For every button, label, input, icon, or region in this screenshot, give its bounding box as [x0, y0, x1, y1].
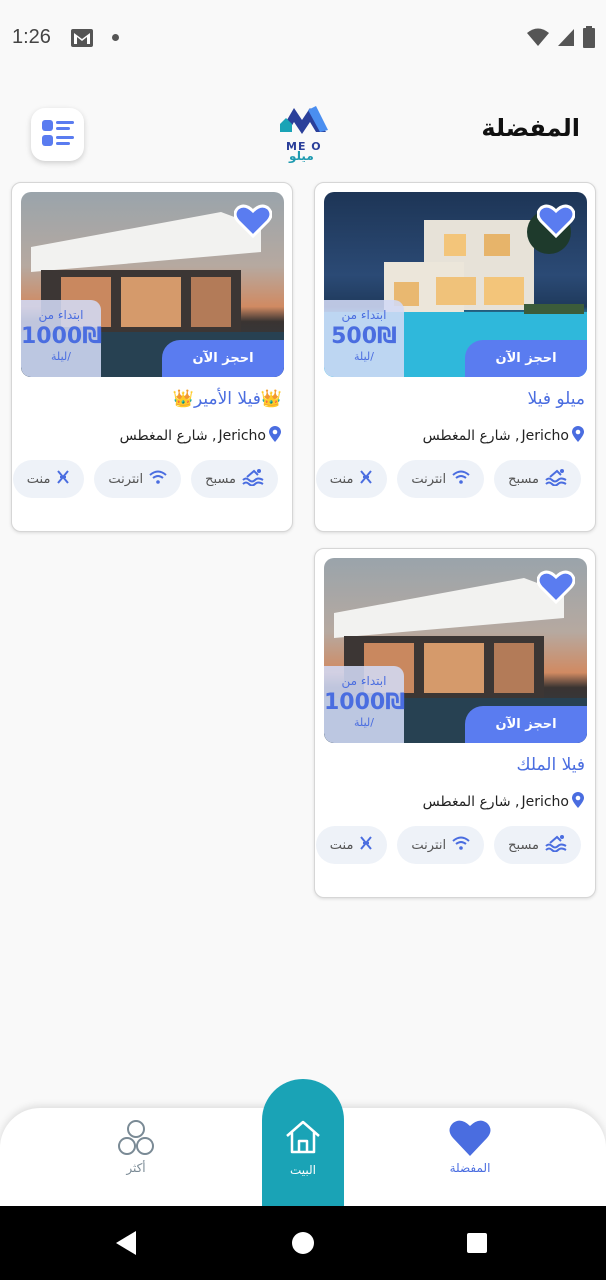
nav-home[interactable]: البيت: [262, 1079, 344, 1206]
amenity-label: انترنت: [108, 471, 144, 487]
price-from-label: ابتداء من: [38, 308, 84, 322]
favorite-heart-icon[interactable]: [233, 204, 273, 239]
location-street: , شارع المغطس: [422, 794, 520, 810]
location-street: , شارع المغطس: [422, 428, 520, 444]
battery-icon: [582, 26, 596, 53]
villa-location: Jericho, شارع المغطس: [423, 791, 585, 813]
menu-button[interactable]: [31, 108, 84, 161]
price-amount: 1000₪: [21, 324, 103, 349]
pool-icon: [545, 468, 567, 490]
price-unit: /ليلة: [354, 716, 374, 729]
book-now-button[interactable]: احجز الآن: [162, 340, 284, 377]
amenity-label: منت: [329, 837, 354, 853]
back-icon[interactable]: [114, 1230, 138, 1260]
amenity-label: مسبح: [508, 471, 539, 487]
circles-icon: [116, 1120, 156, 1161]
page-title: المفضلة: [481, 114, 580, 142]
villa-card[interactable]: ابتداء من 1000₪ /ليلة احجز الآن فيلا الم…: [314, 548, 596, 898]
villa-title[interactable]: فيلا الملك: [517, 755, 586, 775]
location-pin-icon: [571, 425, 585, 447]
villa-card[interactable]: ابتداء من 500₪ /ليلة احجز الآن ميلو فيلا…: [314, 182, 596, 532]
price-amount: 1000₪: [324, 690, 406, 715]
amenity-other: منت: [316, 460, 388, 498]
amenity-pool: مسبح: [191, 460, 278, 498]
status-time: 1:26: [12, 26, 51, 48]
villa-image: ابتداء من 1000₪ /ليلة احجز الآن: [21, 192, 284, 377]
pool-icon: [242, 468, 264, 490]
price-from-label: ابتداء من: [341, 674, 387, 688]
book-now-button[interactable]: احجز الآن: [465, 706, 587, 743]
location-city: Jericho: [521, 428, 569, 444]
price-from-label: ابتداء من: [341, 308, 387, 322]
wifi-icon: [452, 470, 470, 488]
list-menu-icon: [41, 119, 75, 151]
amenity-internet: انترنت: [397, 460, 485, 498]
location-pin-icon: [268, 425, 282, 447]
amenity-label: مسبح: [205, 471, 236, 487]
nav-favorites-label: المفضلة: [449, 1161, 491, 1175]
pool-icon: [545, 834, 567, 856]
favorite-heart-icon[interactable]: [536, 570, 576, 605]
location-city: Jericho: [521, 794, 569, 810]
wifi-icon: [526, 27, 550, 52]
status-bar: 1:26: [0, 0, 606, 76]
amenity-internet: انترنت: [94, 460, 182, 498]
amenity-label: انترنت: [411, 837, 447, 853]
amenity-misc-icon: [359, 835, 373, 855]
header: ME O ميلو المفضلة: [0, 96, 606, 176]
system-nav-bar: [0, 1206, 606, 1280]
amenity-other: منت: [316, 826, 388, 864]
heart-icon: [448, 1120, 492, 1161]
favorite-heart-icon[interactable]: [536, 204, 576, 239]
amenity-misc-icon: [56, 469, 70, 489]
villa-location: Jericho, شارع المغطس: [120, 425, 282, 447]
location-city: Jericho: [218, 428, 266, 444]
villa-title[interactable]: 👑فيلا الأمير👑: [173, 389, 282, 409]
book-now-button[interactable]: احجز الآن: [465, 340, 587, 377]
amenity-label: مسبح: [508, 837, 539, 853]
price-badge: ابتداء من 500₪ /ليلة: [324, 300, 404, 377]
wifi-icon: [452, 836, 470, 854]
price-badge: ابتداء من 1000₪ /ليلة: [21, 300, 103, 377]
notification-dot-icon: [112, 34, 119, 41]
location-pin-icon: [571, 791, 585, 813]
nav-home-label: البيت: [289, 1163, 316, 1177]
amenities-list: مسبح انترنت منت: [316, 460, 581, 500]
amenity-pool: مسبح: [494, 826, 581, 864]
amenity-other: منت: [13, 460, 85, 498]
gmail-icon: [70, 28, 94, 53]
amenity-misc-icon: [359, 469, 373, 489]
price-unit: /ليلة: [354, 350, 374, 363]
home-icon: [262, 1119, 344, 1159]
amenity-label: منت: [329, 471, 354, 487]
amenity-internet: انترنت: [397, 826, 485, 864]
location-street: , شارع المغطس: [119, 428, 217, 444]
villa-card[interactable]: ابتداء من 1000₪ /ليلة احجز الآن 👑فيلا ال…: [11, 182, 293, 532]
villa-image: ابتداء من 500₪ /ليلة احجز الآن: [324, 192, 587, 377]
villa-title[interactable]: ميلو فيلا: [528, 389, 585, 409]
price-unit: /ليلة: [51, 350, 71, 363]
amenity-label: انترنت: [411, 471, 447, 487]
signal-icon: [556, 27, 576, 52]
logo-text-ar: ميلو: [289, 149, 314, 163]
nav-more[interactable]: أكثر: [91, 1118, 181, 1175]
price-badge: ابتداء من 1000₪ /ليلة: [324, 666, 406, 743]
amenity-label: منت: [26, 471, 51, 487]
villa-location: Jericho, شارع المغطس: [423, 425, 585, 447]
nav-favorites[interactable]: المفضلة: [425, 1118, 515, 1175]
recents-square-icon[interactable]: [466, 1232, 488, 1258]
nav-more-label: أكثر: [126, 1161, 146, 1175]
home-circle-icon[interactable]: [291, 1231, 315, 1259]
wifi-icon: [149, 470, 167, 488]
villa-image: ابتداء من 1000₪ /ليلة احجز الآن: [324, 558, 587, 743]
price-amount: 500₪: [331, 324, 397, 349]
amenities-list: مسبح انترنت منت: [13, 460, 278, 500]
amenity-pool: مسبح: [494, 460, 581, 498]
amenities-list: مسبح انترنت منت: [316, 826, 581, 866]
